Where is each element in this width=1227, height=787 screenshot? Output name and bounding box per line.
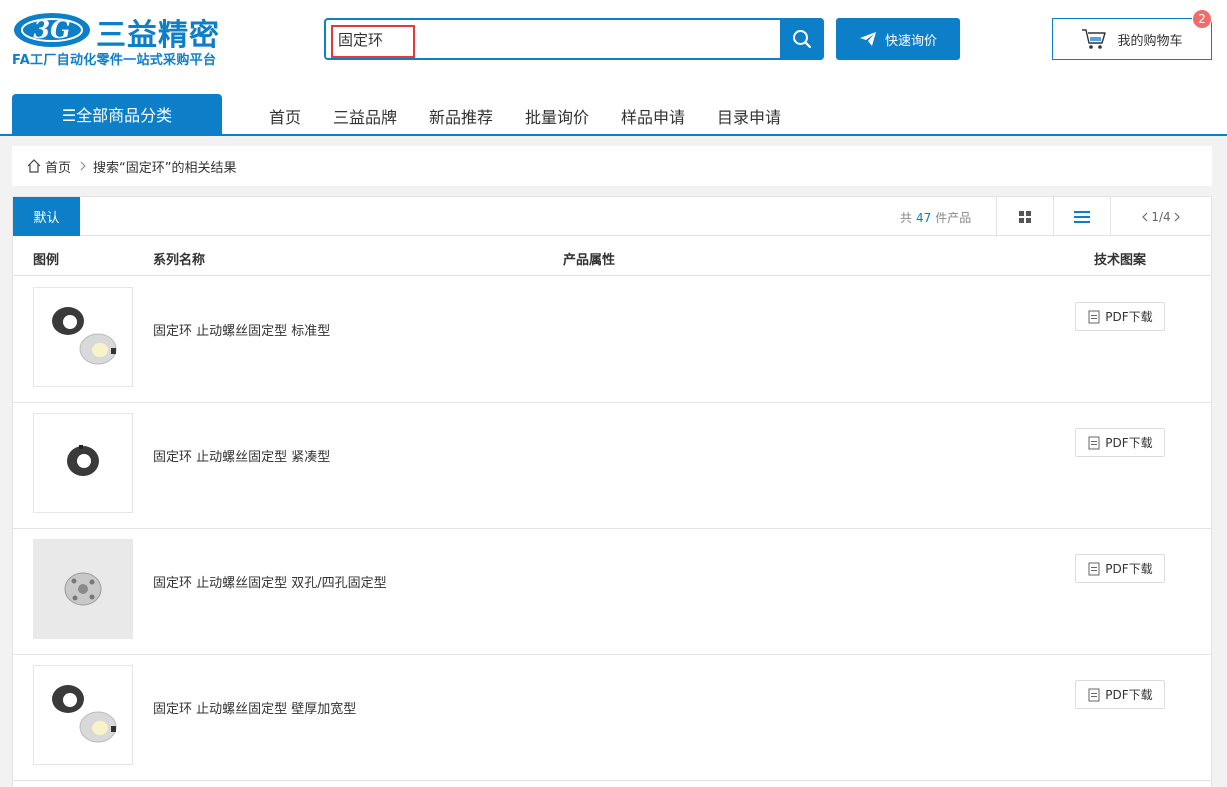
collar-compact-image <box>67 445 99 476</box>
logo-mark-icon: 3G <box>14 13 90 47</box>
sort-default-label: 默认 <box>33 211 60 226</box>
page-indicator: 1/4 <box>1151 209 1171 224</box>
search-button[interactable] <box>780 18 824 60</box>
results-panel: 默认 共 47 件产品 1/4 图例 系列名称 产品属性 技术图案 固定环 止动… <box>12 196 1212 787</box>
product-series-name[interactable]: 固定环 止动螺丝固定型 紧凑型 <box>153 446 330 465</box>
pdf-download-button[interactable]: PDF下载 <box>1075 302 1165 331</box>
list-view-icon <box>1074 210 1090 223</box>
collar-flange-image <box>64 572 102 606</box>
pdf-download-button[interactable]: PDF下载 <box>1075 554 1165 583</box>
chevron-left-icon[interactable] <box>1141 212 1149 222</box>
nav-item-sample-request[interactable]: 样品申请 <box>621 104 685 128</box>
result-count-number: 47 <box>916 211 932 225</box>
product-series-name[interactable]: 固定环 止动螺丝固定型 标准型 <box>153 320 330 339</box>
result-count: 共 47 件产品 <box>900 209 971 226</box>
results-toolbar: 默认 共 47 件产品 1/4 <box>13 197 1211 236</box>
result-count-suffix: 件产品 <box>935 211 972 225</box>
product-series-name[interactable]: 固定环 止动螺丝固定型 双孔/四孔固定型 <box>153 572 387 591</box>
cart-button[interactable]: 我的购物车 2 <box>1052 9 1212 60</box>
table-row: 固定环 止动螺丝固定型 标准型 PDF下载 <box>13 277 1211 403</box>
pdf-download-button[interactable]: PDF下载 <box>1075 680 1165 709</box>
pdf-download-label: PDF下载 <box>1105 562 1153 576</box>
grid-view-icon <box>1019 210 1031 223</box>
pdf-download-label: PDF下载 <box>1105 436 1153 450</box>
grid-view-button[interactable] <box>996 197 1053 236</box>
list-view-button[interactable] <box>1053 197 1110 236</box>
search-box <box>324 18 824 60</box>
col-header-image: 图例 <box>33 253 60 268</box>
product-thumbnail[interactable] <box>33 287 133 387</box>
chevron-right-icon <box>80 161 86 171</box>
breadcrumb: 首页 搜索“固定环”的相关结果 <box>12 146 1212 186</box>
table-row: 固定环 止动螺丝固定型 双孔/四孔固定型 PDF下载 <box>13 529 1211 655</box>
nav-item-catalog-request[interactable]: 目录申请 <box>717 104 781 128</box>
breadcrumb-current: 搜索“固定环”的相关结果 <box>93 160 237 176</box>
nav-item-brand[interactable]: 三益品牌 <box>333 104 397 128</box>
product-thumbnail[interactable] <box>33 413 133 513</box>
table-row: 固定环 止动螺丝固定型 壁厚加宽型 PDF下载 <box>13 655 1211 781</box>
col-header-series: 系列名称 <box>153 253 206 268</box>
chevron-right-icon[interactable] <box>1173 212 1181 222</box>
all-categories-button[interactable]: ☰全部商品分类 <box>12 94 222 134</box>
collar-pair-image <box>52 307 117 365</box>
table-header: 图例 系列名称 产品属性 技术图案 <box>13 237 1211 276</box>
logo-tagline: FA工厂自动化零件一站式采购平台 <box>12 53 217 68</box>
pdf-file-icon <box>1088 688 1100 701</box>
collar-pair-image <box>52 685 117 743</box>
all-categories-label: ☰全部商品分类 <box>61 106 173 125</box>
table-row: 固定环 止动螺丝固定型 紧凑型 PDF下载 <box>13 403 1211 529</box>
nav-item-new-products[interactable]: 新品推荐 <box>429 104 493 128</box>
pdf-download-button[interactable]: PDF下载 <box>1075 428 1165 457</box>
logo-name: 三益精密 <box>96 18 220 53</box>
search-icon <box>793 30 812 49</box>
logo[interactable]: 3G 三益精密 FA工厂自动化零件一站式采购平台 <box>12 8 242 68</box>
pdf-file-icon <box>1088 436 1100 449</box>
pager: 1/4 <box>1110 197 1211 236</box>
home-icon <box>27 159 41 173</box>
svg-text:3G: 3G <box>33 15 70 44</box>
header: 3G 三益精密 FA工厂自动化零件一站式采购平台 快速询价 我的购物车 2 <box>0 0 1227 92</box>
nav-item-bulk-quote[interactable]: 批量询价 <box>525 104 589 128</box>
pdf-file-icon <box>1088 310 1100 323</box>
paper-plane-icon <box>859 32 876 46</box>
sort-default-tab[interactable]: 默认 <box>13 197 80 236</box>
cart-label: 我的购物车 <box>1117 33 1183 49</box>
breadcrumb-home[interactable]: 首页 <box>45 157 71 176</box>
product-series-name[interactable]: 固定环 止动螺丝固定型 壁厚加宽型 <box>153 698 356 717</box>
quick-quote-label: 快速询价 <box>884 33 937 49</box>
col-header-drawing: 技术图案 <box>1094 253 1147 268</box>
result-count-prefix: 共 <box>900 211 913 225</box>
cart-icon <box>1082 29 1107 49</box>
pdf-file-icon <box>1088 562 1100 575</box>
main-nav: ☰全部商品分类 首页 三益品牌 新品推荐 批量询价 样品申请 目录申请 <box>0 92 1227 136</box>
search-input[interactable] <box>328 22 780 56</box>
pdf-download-label: PDF下载 <box>1105 310 1153 324</box>
product-thumbnail[interactable] <box>33 539 133 639</box>
pdf-download-label: PDF下载 <box>1105 688 1153 702</box>
nav-item-home[interactable]: 首页 <box>269 104 301 128</box>
product-thumbnail[interactable] <box>33 665 133 765</box>
cart-count-badge: 2 <box>1192 9 1212 29</box>
quick-quote-button[interactable]: 快速询价 <box>836 18 960 60</box>
col-header-attributes: 产品属性 <box>563 253 616 268</box>
